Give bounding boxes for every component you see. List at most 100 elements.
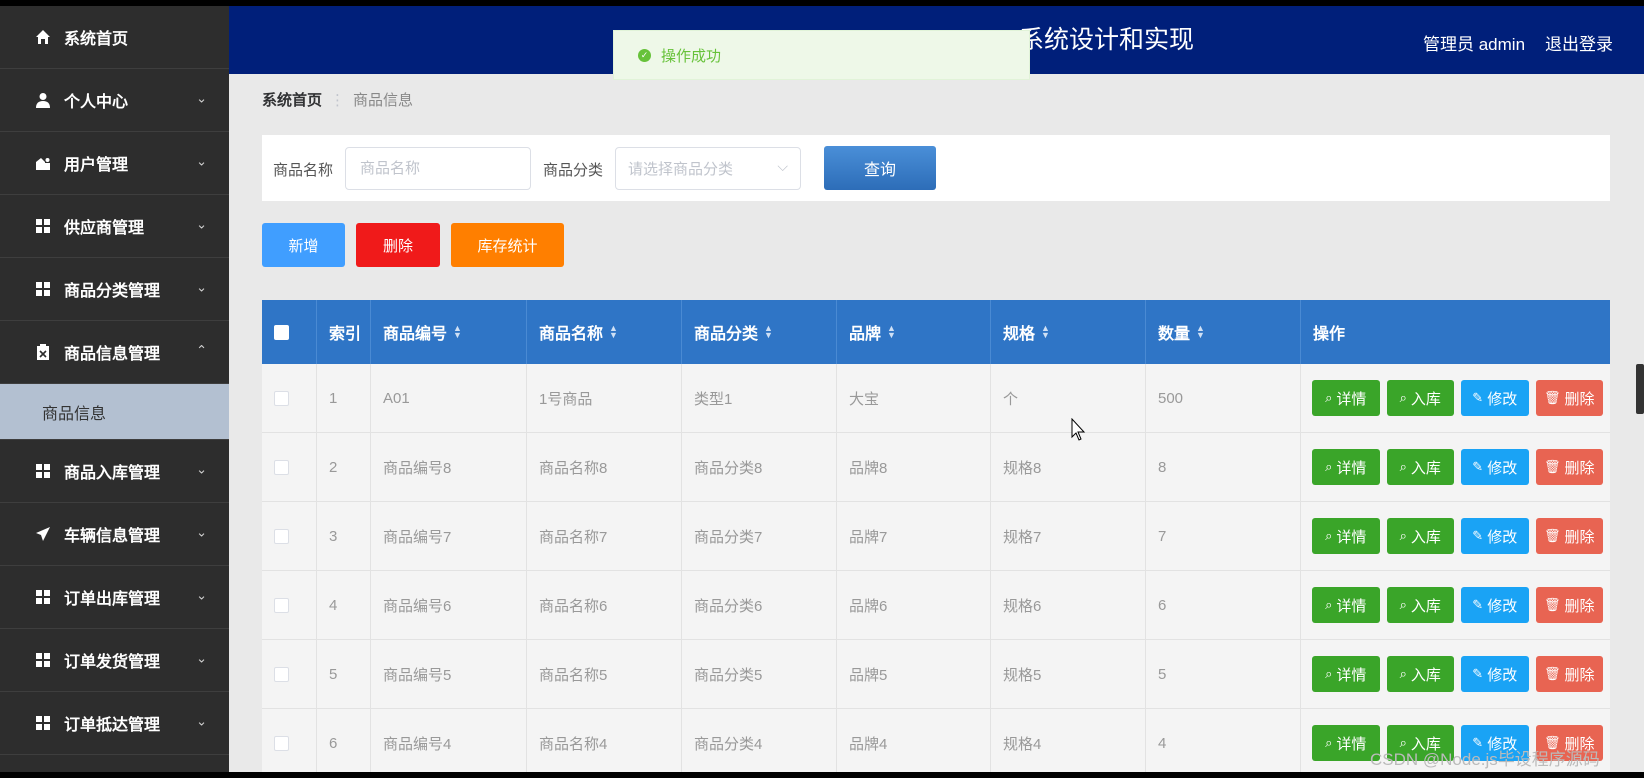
column-header-spec[interactable]: 规格 ▲ ▼: [991, 300, 1146, 364]
sidebar-item-label: 用户管理: [64, 157, 129, 174]
sidebar-item-order-ship-management[interactable]: 订单发货管理 ⌄: [0, 629, 229, 692]
cell-quantity: 500: [1146, 364, 1301, 432]
stock-stats-button[interactable]: 库存统计: [451, 223, 564, 267]
row-action-label: 修改: [1487, 528, 1518, 546]
cell-brand: 品牌5: [837, 640, 991, 708]
product-name-label: 商品名称: [273, 162, 334, 179]
check-circle-icon: ✓: [638, 48, 651, 62]
row-delete-button[interactable]: 🗑 删除: [1535, 518, 1603, 554]
cell-quantity: 7: [1146, 502, 1301, 570]
row-action-label: 删除: [1564, 597, 1595, 615]
trash-icon: 🗑: [1543, 597, 1561, 612]
row-edit-button[interactable]: ✎ 修改: [1461, 380, 1529, 416]
sort-icon[interactable]: ▲ ▼: [1196, 324, 1205, 340]
sort-icon[interactable]: ▲ ▼: [887, 324, 896, 340]
product-category-select[interactable]: 请选择商品分类 ⌵: [615, 147, 801, 190]
row-edit-button[interactable]: ✎ 修改: [1461, 449, 1529, 485]
cell-index: 6: [317, 709, 371, 772]
column-header-name[interactable]: 商品名称 ▲ ▼: [527, 300, 682, 364]
row-action-label: 详情: [1336, 459, 1367, 477]
product-category-label: 商品分类: [543, 162, 604, 179]
row-checkbox[interactable]: [274, 390, 289, 406]
sidebar-item-label: 商品入库管理: [64, 465, 161, 482]
row-checkbox[interactable]: [274, 528, 289, 544]
row-stock-in-button[interactable]: ⌕ 入库: [1386, 518, 1454, 554]
sidebar-item-product-info-management[interactable]: 商品信息管理 ⌃: [0, 321, 229, 384]
grid-icon: [34, 280, 52, 298]
row-delete-button[interactable]: 🗑 删除: [1535, 449, 1603, 485]
row-detail-button[interactable]: ⌕ 详情: [1312, 587, 1380, 623]
sidebar-item-category-management[interactable]: 商品分类管理 ⌄: [0, 258, 229, 321]
sort-icon[interactable]: ▲ ▼: [764, 324, 773, 340]
column-header-category[interactable]: 商品分类 ▲ ▼: [682, 300, 837, 364]
row-checkbox[interactable]: [274, 666, 289, 682]
breadcrumb-home[interactable]: 系统首页: [262, 92, 322, 109]
row-stock-in-button[interactable]: ⌕ 入库: [1386, 449, 1454, 485]
cell-brand: 品牌8: [837, 433, 991, 501]
sidebar-item-order-out-management[interactable]: 订单出库管理 ⌄: [0, 566, 229, 629]
table-body: 1 A01 1号商品 类型1 大宝个 500 ⌕ 详情 ⌕ 入库 ✎ 修改 🗑 删除 2 商品编号8 商品名称8…: [262, 364, 1610, 772]
row-edit-button[interactable]: ✎ 修改: [1461, 656, 1529, 692]
product-name-input[interactable]: [345, 147, 531, 190]
sidebar-item-stock-in-management[interactable]: 商品入库管理 ⌄: [0, 440, 229, 503]
row-stock-in-button[interactable]: ⌕ 入库: [1386, 380, 1454, 416]
row-delete-button[interactable]: 🗑 删除: [1535, 380, 1603, 416]
table-row: 2 商品编号8 商品名称8 商品分类8 品牌8 规格8 8 ⌕ 详情 ⌕ 入库 ✎ 修改 🗑 删除: [262, 433, 1610, 502]
sidebar-item-order-arrival-management[interactable]: 订单抵达管理 ⌄: [0, 692, 229, 755]
grid-icon: [34, 714, 52, 732]
chevron-up-icon: ⌃: [196, 342, 207, 358]
row-select-cell: [262, 640, 317, 708]
column-header-quantity[interactable]: 数量 ▲ ▼: [1146, 300, 1301, 364]
table-row: 5 商品编号5 商品名称5 商品分类5 品牌5 规格5 5 ⌕ 详情 ⌕ 入库 ✎ 修改 🗑 删除: [262, 640, 1610, 709]
sidebar-item-home[interactable]: 系统首页: [0, 6, 229, 69]
chevron-down-icon: ⌄: [196, 461, 207, 477]
select-all-checkbox[interactable]: [274, 324, 289, 340]
row-edit-button[interactable]: ✎ 修改: [1461, 587, 1529, 623]
row-checkbox[interactable]: [274, 459, 289, 475]
search-icon: ⌕: [1325, 390, 1333, 405]
row-delete-button[interactable]: 🗑 删除: [1535, 656, 1603, 692]
sort-icon[interactable]: ▲ ▼: [609, 324, 618, 340]
column-header-brand[interactable]: 品牌 ▲ ▼: [837, 300, 991, 364]
sidebar-item-personal-center[interactable]: 个人中心 ⌄: [0, 69, 229, 132]
sidebar: 系统首页 个人中心 ⌄ 用户管理 ⌄ 供应商管理 ⌄ 商品分类管理 ⌄ 商品信息…: [0, 6, 229, 772]
cell-name: 商品名称5: [527, 640, 682, 708]
watermark: CSDN @Node.js毕设程序源码: [1370, 750, 1600, 769]
trash-icon: 🗑: [1543, 390, 1561, 405]
cell-index: 3: [317, 502, 371, 570]
sort-icon[interactable]: ▲ ▼: [1041, 324, 1050, 340]
sidebar-item-supplier-management[interactable]: 供应商管理 ⌄: [0, 195, 229, 258]
row-select-cell: [262, 709, 317, 772]
sidebar-subitem-product-info[interactable]: 商品信息: [0, 384, 229, 440]
chevron-down-icon: ⌄: [196, 650, 207, 666]
sidebar-item-user-management[interactable]: 用户管理 ⌄: [0, 132, 229, 195]
row-stock-in-button[interactable]: ⌕ 入库: [1386, 587, 1454, 623]
breadcrumb: 系统首页 ⋮ 商品信息: [262, 89, 413, 110]
row-checkbox[interactable]: [274, 735, 289, 751]
row-action-label: 详情: [1336, 597, 1367, 615]
table-row: 1 A01 1号商品 类型1 大宝个 500 ⌕ 详情 ⌕ 入库 ✎ 修改 🗑 删除: [262, 364, 1610, 433]
row-delete-button[interactable]: 🗑 删除: [1535, 587, 1603, 623]
row-checkbox[interactable]: [274, 597, 289, 613]
row-stock-in-button[interactable]: ⌕ 入库: [1386, 656, 1454, 692]
column-header-code[interactable]: 商品编号 ▲ ▼: [371, 300, 527, 364]
user-manage-icon: [34, 154, 52, 172]
batch-delete-button[interactable]: 删除: [356, 223, 440, 267]
search-icon: ⌕: [1325, 666, 1333, 681]
edit-icon: ✎: [1472, 666, 1484, 681]
row-detail-button[interactable]: ⌕ 详情: [1312, 518, 1380, 554]
row-detail-button[interactable]: ⌕ 详情: [1312, 380, 1380, 416]
table-row: 4 商品编号6 商品名称6 商品分类6 品牌6 规格6 6 ⌕ 详情 ⌕ 入库 ✎ 修改 🗑 删除: [262, 571, 1610, 640]
add-button[interactable]: 新增: [262, 223, 345, 267]
page-title: 系统设计和实现: [1019, 26, 1195, 54]
sort-icon[interactable]: ▲ ▼: [453, 324, 462, 340]
cell-spec: 个: [991, 364, 1146, 432]
row-detail-button[interactable]: ⌕ 详情: [1312, 656, 1380, 692]
sidebar-item-vehicle-management[interactable]: 车辆信息管理 ⌄: [0, 503, 229, 566]
scrollbar-handle[interactable]: [1636, 364, 1644, 414]
row-action-label: 入库: [1410, 459, 1441, 477]
row-detail-button[interactable]: ⌕ 详情: [1312, 449, 1380, 485]
query-button[interactable]: 查询: [824, 146, 936, 190]
row-edit-button[interactable]: ✎ 修改: [1461, 518, 1529, 554]
logout-link[interactable]: 退出登录: [1545, 30, 1613, 55]
